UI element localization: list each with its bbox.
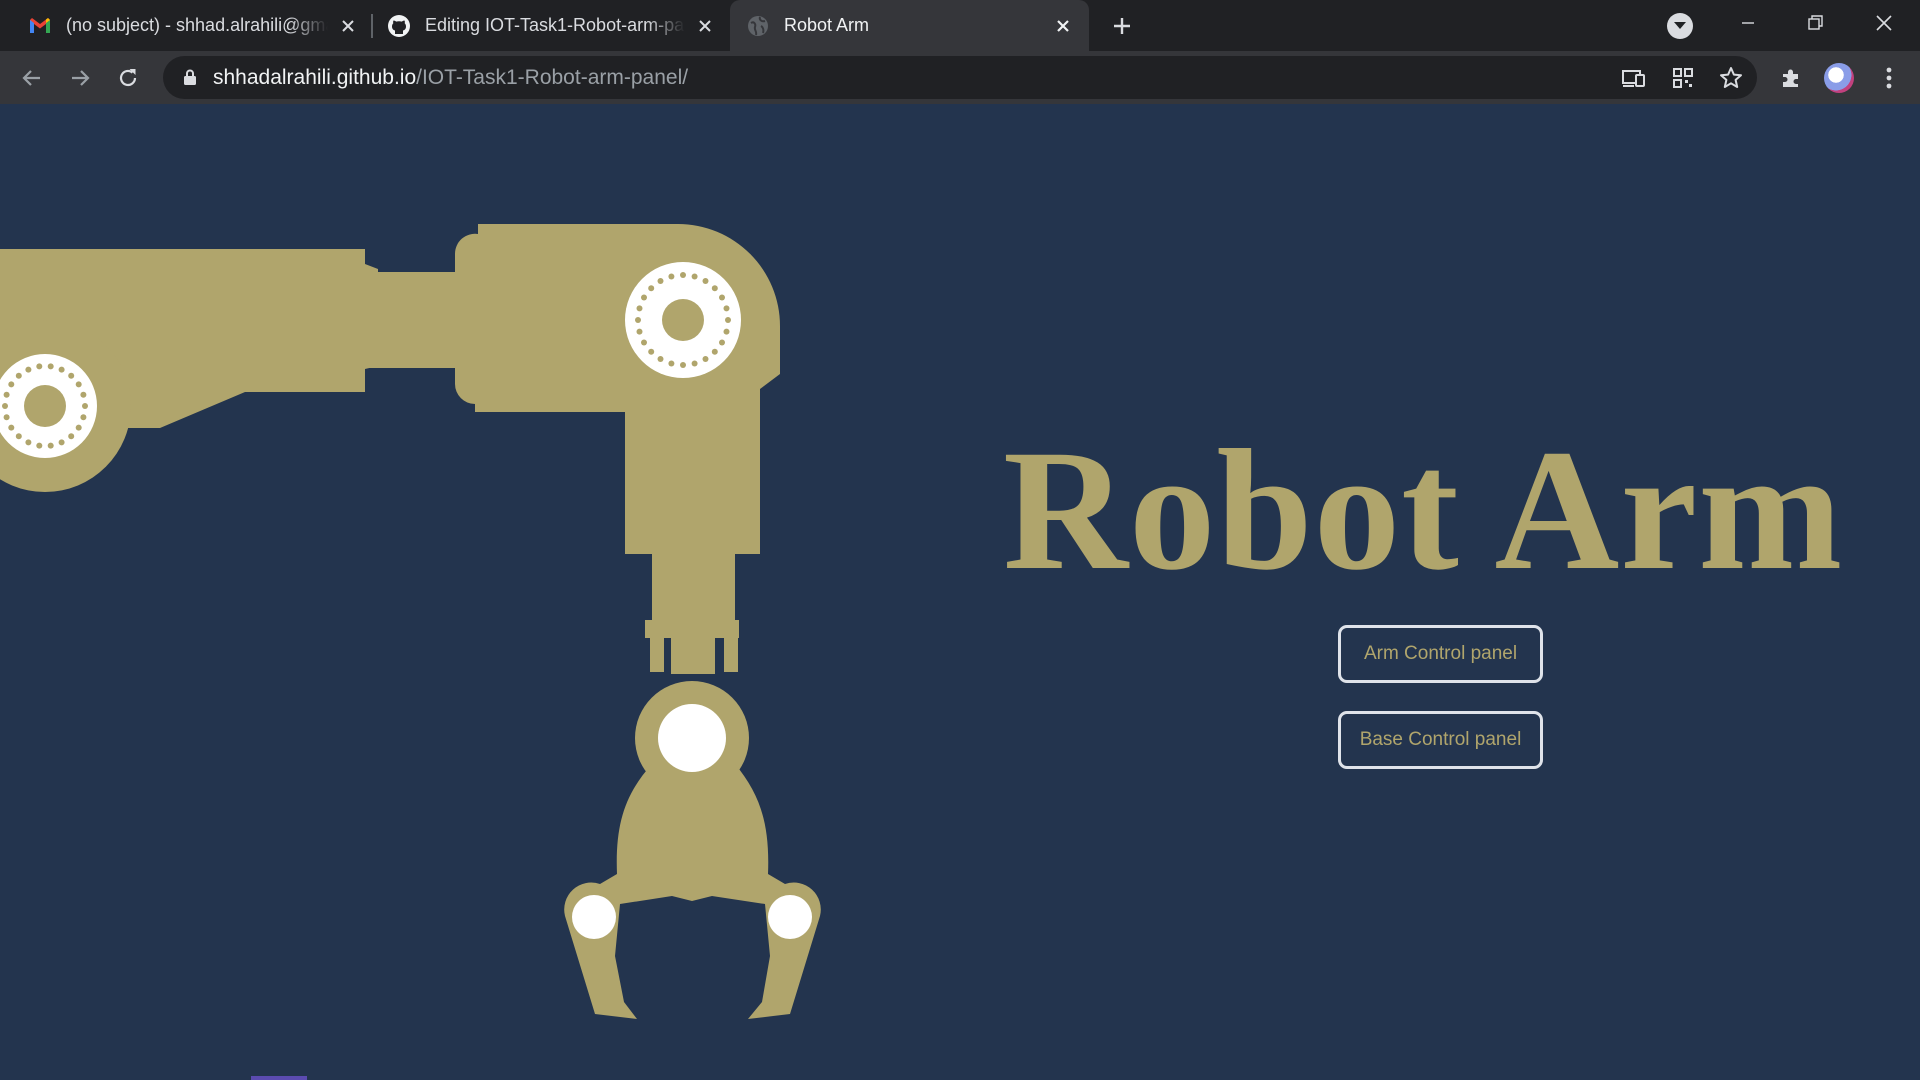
- plus-icon: [1114, 18, 1130, 34]
- tab-gmail[interactable]: (no subject) - shhad.alrahili@gmail.com …: [28, 0, 360, 51]
- reload-icon: [119, 69, 137, 87]
- tab-title: (no subject) - shhad.alrahili@gmail.com …: [66, 15, 328, 35]
- tab-robot-arm[interactable]: Robot Arm: [730, 0, 1089, 51]
- close-icon: [1876, 15, 1892, 31]
- extensions-icon[interactable]: [1776, 63, 1806, 93]
- url-path: /IOT-Task1-Robot-arm-panel/: [416, 66, 689, 89]
- restore-icon: [1808, 15, 1823, 30]
- close-window-button[interactable]: [1864, 6, 1904, 40]
- reload-button[interactable]: [111, 61, 145, 95]
- close-icon[interactable]: [693, 14, 717, 38]
- arrow-right-icon: [72, 70, 90, 86]
- forward-button[interactable]: [63, 61, 97, 95]
- tab-title: Editing IOT-Task1-Robot-arm-panel: [425, 15, 685, 35]
- tab-strip: (no subject) - shhad.alrahili@gmail.com …: [0, 0, 1920, 51]
- address-bar[interactable]: shhadalrahili.github.io/IOT-Task1-Robot-…: [163, 56, 1757, 99]
- browser-toolbar: shhadalrahili.github.io/IOT-Task1-Robot-…: [0, 51, 1920, 104]
- restore-button[interactable]: [1796, 6, 1836, 40]
- cast-icon[interactable]: [1620, 64, 1648, 92]
- globe-icon: [746, 14, 770, 38]
- tab-divider: [371, 14, 373, 38]
- github-icon: [387, 14, 411, 38]
- close-icon[interactable]: [336, 14, 360, 38]
- arm-control-panel-button[interactable]: Arm Control panel: [1338, 625, 1543, 683]
- page-title: Robot Arm: [1003, 415, 1844, 606]
- minimize-icon: [1742, 22, 1754, 24]
- base-control-panel-button[interactable]: Base Control panel: [1338, 711, 1543, 769]
- url-host: shhadalrahili.github.io: [213, 66, 417, 89]
- focus-indicator: [251, 1076, 307, 1080]
- robot-arm-illustration: [0, 224, 821, 1019]
- qr-code-icon[interactable]: [1669, 64, 1697, 92]
- minimize-button[interactable]: [1728, 6, 1768, 40]
- arrow-left-icon: [22, 70, 40, 86]
- new-tab-button[interactable]: [1108, 12, 1136, 40]
- tab-title: Robot Arm: [784, 15, 870, 35]
- tab-github[interactable]: Editing IOT-Task1-Robot-arm-panel: [387, 0, 717, 51]
- profile-avatar[interactable]: [1824, 63, 1854, 93]
- menu-kebab-icon[interactable]: [1874, 63, 1904, 93]
- gmail-icon: [28, 14, 52, 38]
- star-icon[interactable]: [1717, 64, 1745, 92]
- back-button[interactable]: [15, 61, 49, 95]
- chevron-down-icon: [1674, 22, 1686, 29]
- tab-search-button[interactable]: [1667, 13, 1693, 39]
- url-text[interactable]: shhadalrahili.github.io/IOT-Task1-Robot-…: [213, 66, 688, 90]
- page-content: Robot Arm Arm Control panel Base Control…: [0, 104, 1920, 1080]
- close-icon[interactable]: [1051, 14, 1075, 38]
- lock-icon[interactable]: [183, 69, 197, 91]
